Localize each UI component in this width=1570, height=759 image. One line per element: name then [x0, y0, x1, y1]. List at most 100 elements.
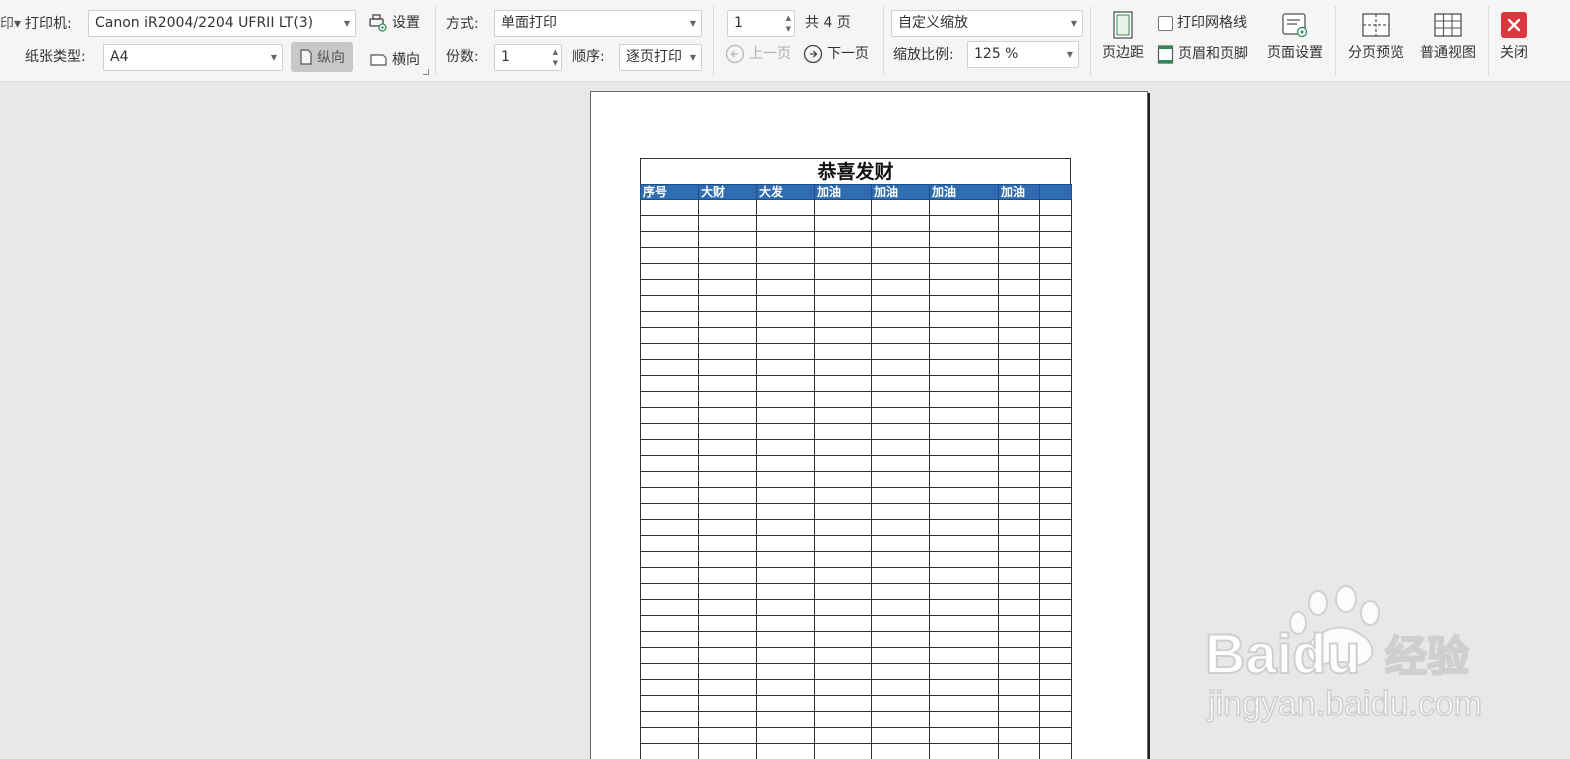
table-cell — [871, 215, 930, 232]
table-row — [640, 487, 1072, 504]
table-cell — [640, 615, 699, 632]
table-row — [640, 215, 1072, 232]
order-label: 顺序: — [572, 49, 605, 65]
table-cell — [756, 695, 815, 712]
table-cell — [814, 567, 872, 584]
table-cell — [640, 215, 699, 232]
table-cell — [1039, 535, 1072, 552]
table-cell — [1039, 695, 1072, 712]
table-cell — [814, 247, 872, 264]
dialog-launcher-icon[interactable] — [423, 69, 429, 75]
table-cell — [1039, 455, 1072, 472]
paper-type-select[interactable]: A4 ▼ — [103, 44, 283, 71]
table-cell — [640, 743, 699, 759]
table-row — [640, 599, 1072, 616]
watermark-url: jingyan.baidu.com — [1207, 685, 1482, 723]
table-cell — [640, 519, 699, 536]
table-cell — [640, 503, 699, 520]
table-cell — [1039, 519, 1072, 536]
table-cell — [871, 407, 930, 424]
table-cell — [698, 615, 757, 632]
table-row — [640, 279, 1072, 296]
table-cell — [998, 263, 1040, 280]
stepper-down-icon[interactable]: ▼ — [553, 59, 558, 67]
page-break-preview-icon — [1362, 13, 1390, 37]
table-cell — [814, 423, 872, 440]
table-cell — [640, 567, 699, 584]
table-cell — [929, 503, 999, 520]
margins-button[interactable]: 页边距 — [1099, 11, 1147, 62]
prev-page-button[interactable]: 上一页 — [725, 44, 791, 64]
table-cell — [871, 503, 930, 520]
table-cell — [640, 471, 699, 488]
table-cell — [1039, 647, 1072, 664]
table-cell — [814, 359, 872, 376]
close-preview-button[interactable]: 关闭 — [1494, 11, 1534, 62]
table-cell — [698, 311, 757, 328]
table-cell — [1039, 375, 1072, 392]
table-cell — [814, 407, 872, 424]
table-cell — [929, 695, 999, 712]
portrait-button[interactable]: 纵向 — [291, 42, 353, 72]
chevron-down-icon: ▼ — [1066, 50, 1073, 59]
table-cell — [814, 391, 872, 408]
table-cell — [929, 647, 999, 664]
next-page-button[interactable]: 下一页 — [803, 44, 869, 64]
chevron-down-icon: ▼ — [343, 19, 350, 28]
table-cell — [929, 231, 999, 248]
table-cell — [640, 359, 699, 376]
table-cell — [1039, 295, 1072, 312]
printer-settings-button[interactable]: 设置 — [368, 13, 420, 33]
table-cell — [998, 471, 1040, 488]
table-row — [640, 263, 1072, 280]
print-mode-select[interactable]: 单面打印 ▼ — [494, 10, 702, 37]
table-cell — [998, 631, 1040, 648]
chevron-down-icon: ▼ — [689, 19, 696, 28]
mode-label: 方式: — [446, 16, 479, 32]
print-preview-toolbar: 印▾ 打印机: Canon iR2004/2204 UFRII LT(3) ▼ … — [0, 0, 1570, 82]
table-cell — [756, 743, 815, 759]
table-cell — [871, 423, 930, 440]
table-cell — [871, 455, 930, 472]
table-cell — [814, 727, 872, 744]
table-row — [640, 695, 1072, 712]
table-cell — [756, 551, 815, 568]
normal-view-button[interactable]: 普通视图 — [1416, 11, 1480, 62]
table-cell — [1039, 263, 1072, 280]
print-order-select[interactable]: 逐页打印 ▼ — [619, 44, 702, 71]
table-row — [640, 311, 1072, 328]
page-break-preview-button[interactable]: 分页预览 — [1344, 11, 1408, 62]
landscape-button[interactable]: 横向 — [370, 50, 420, 70]
table-cell — [929, 599, 999, 616]
scale-ratio-select[interactable]: 125 % ▼ — [967, 41, 1079, 68]
copies-stepper[interactable]: 1 ▲ ▼ — [494, 44, 562, 71]
header-footer-button[interactable]: 页眉和页脚 — [1157, 44, 1248, 64]
table-cell — [814, 199, 872, 216]
table-cell — [640, 247, 699, 264]
scale-mode-value: 自定义缩放 — [898, 15, 968, 31]
stepper-down-icon[interactable]: ▼ — [786, 25, 791, 33]
table-cell — [640, 279, 699, 296]
table-cell — [998, 311, 1040, 328]
baidu-jingyan-watermark: Baidu 经验 jingyan.baidu.com — [1204, 585, 1483, 724]
print-mode-value: 单面打印 — [501, 15, 557, 31]
stepper-up-icon[interactable]: ▲ — [786, 14, 791, 22]
table-cell — [998, 743, 1040, 759]
watermark-brand: Baidu — [1205, 622, 1361, 685]
table-cell — [998, 199, 1040, 216]
paw-logo-icon — [1289, 585, 1380, 667]
table-cell — [698, 471, 757, 488]
left-cut-dropdown[interactable]: 印▾ — [0, 14, 21, 34]
chevron-down-icon: ▼ — [1070, 19, 1077, 28]
page-setup-button[interactable]: 页面设置 — [1263, 11, 1327, 62]
page-number-stepper[interactable]: 1 ▲ ▼ — [727, 10, 795, 37]
table-cell — [698, 407, 757, 424]
table-cell — [929, 455, 999, 472]
scale-mode-select[interactable]: 自定义缩放 ▼ — [891, 10, 1083, 37]
table-cell — [814, 551, 872, 568]
table-cell — [756, 359, 815, 376]
printer-select[interactable]: Canon iR2004/2204 UFRII LT(3) ▼ — [88, 10, 356, 37]
table-cell — [998, 551, 1040, 568]
print-gridlines-checkbox[interactable]: 打印网格线 — [1158, 13, 1247, 33]
stepper-up-icon[interactable]: ▲ — [553, 48, 558, 56]
